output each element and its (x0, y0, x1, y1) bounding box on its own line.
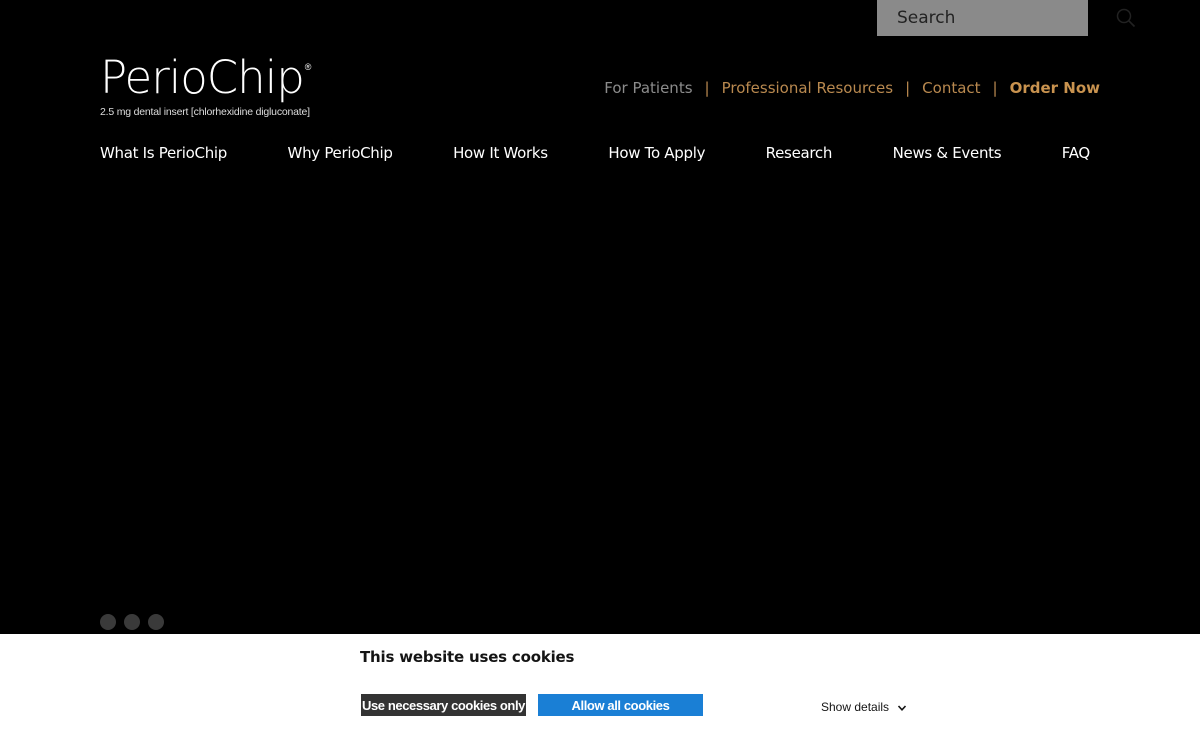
nav-professional-resources[interactable]: Professional Resources (722, 79, 894, 97)
search-input[interactable] (897, 8, 1116, 28)
nav-separator: | (905, 79, 911, 97)
nav-for-patients[interactable]: For Patients (604, 79, 692, 97)
allow-all-cookies-button[interactable]: Allow all cookies (538, 694, 703, 716)
main-nav-what-is-periochip[interactable]: What Is PerioChip (100, 144, 227, 162)
logo-tagline: 2.5 mg dental insert [chlorhexidine digl… (100, 106, 310, 118)
nav-separator: | (992, 79, 998, 97)
cookie-banner-title: This website uses cookies (360, 648, 575, 666)
show-details-label: Show details (821, 700, 890, 714)
chevron-down-icon (897, 702, 907, 712)
carousel-dot[interactable] (100, 614, 116, 630)
cookie-banner: This website uses cookies Use necessary … (0, 634, 1200, 740)
nav-contact[interactable]: Contact (922, 79, 980, 97)
periochip-logo[interactable]: PerioChip® 2.5 mg dental insert [chlorhe… (100, 52, 320, 124)
main-nav-faq[interactable]: FAQ (1062, 144, 1090, 162)
search-box (877, 0, 1136, 36)
nav-order-now[interactable]: Order Now (1010, 79, 1100, 97)
search-icon[interactable] (1116, 7, 1136, 29)
main-nav-how-to-apply[interactable]: How To Apply (608, 144, 705, 162)
carousel-dots (100, 614, 164, 630)
main-nav-news-events[interactable]: News & Events (893, 144, 1002, 162)
main-nav-why-periochip[interactable]: Why PerioChip (288, 144, 393, 162)
carousel-dot[interactable] (148, 614, 164, 630)
logo-wordmark: PerioChip (100, 51, 305, 104)
show-details-toggle[interactable]: Show details (821, 700, 907, 714)
main-nav-research[interactable]: Research (766, 144, 833, 162)
use-necessary-cookies-button[interactable]: Use necessary cookies only (361, 694, 526, 716)
utility-nav: For Patients | Professional Resources | … (604, 79, 1100, 97)
hero-carousel (0, 180, 1200, 634)
main-nav: What Is PerioChip Why PerioChip How It W… (100, 144, 1090, 162)
carousel-dot[interactable] (124, 614, 140, 630)
logo-registered-mark: ® (304, 62, 312, 72)
nav-separator: | (704, 79, 710, 97)
main-nav-how-it-works[interactable]: How It Works (453, 144, 548, 162)
